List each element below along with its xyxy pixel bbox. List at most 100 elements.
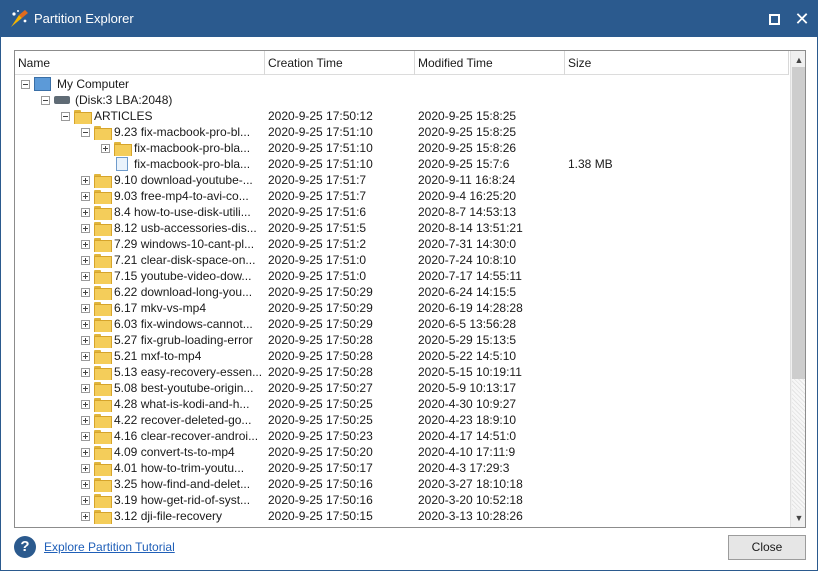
help-icon[interactable]: ?	[14, 536, 36, 558]
scroll-thumb[interactable]	[792, 67, 805, 379]
expand-plus-icon[interactable]	[81, 303, 90, 313]
expand-plus-icon[interactable]	[81, 367, 90, 377]
row-name-cell[interactable]: 4.01 how-to-trim-youtu...	[81, 460, 262, 476]
row-name-cell[interactable]: 4.22 recover-deleted-go...	[81, 412, 262, 428]
row-name-cell[interactable]: 7.29 windows-10-cant-pl...	[81, 236, 262, 252]
tree-row[interactable]: 5.21 mxf-to-mp4 2020-9-25 17:50:28 2020-5-…	[15, 348, 789, 364]
tree-row[interactable]: 4.22 recover-deleted-go... 2020-9-25 17:5…	[15, 412, 789, 428]
row-name-cell[interactable]: 5.21 mxf-to-mp4	[81, 348, 262, 364]
row-name-cell[interactable]: 3.19 how-get-rid-of-syst...	[81, 492, 262, 508]
row-creation-cell: 2020-9-25 17:50:27	[268, 381, 373, 395]
tree-row[interactable]: ARTICLES 2020-9-25 17:50:12 2020-9-25 15:8…	[15, 108, 789, 124]
vertical-scrollbar[interactable]: ▲ ▼	[790, 51, 805, 527]
tree-row[interactable]: 6.17 mkv-vs-mp4 2020-9-25 17:50:29 2020-6-…	[15, 300, 789, 316]
tree-row[interactable]: 4.09 convert-ts-to-mp4 2020-9-25 17:50:20…	[15, 444, 789, 460]
tree-row[interactable]: 5.13 easy-recovery-essen... 2020-9-25 17:…	[15, 364, 789, 380]
tree-row[interactable]: 7.21 clear-disk-space-on... 2020-9-25 17:…	[15, 252, 789, 268]
expand-plus-icon[interactable]	[81, 271, 90, 281]
maximize-icon[interactable]	[761, 7, 787, 31]
column-name-header[interactable]: Name	[15, 51, 265, 75]
column-size-header[interactable]: Size	[565, 51, 789, 75]
row-name-cell[interactable]: 9.10 download-youtube-...	[81, 172, 262, 188]
tree-row[interactable]: fix-macbook-pro-bla... 2020-9-25 17:51:10…	[15, 140, 789, 156]
row-name-cell[interactable]: 5.27 fix-grub-loading-error	[81, 332, 262, 348]
tree-row[interactable]: My Computer	[15, 76, 789, 92]
tree-row[interactable]: 6.03 fix-windows-cannot... 2020-9-25 17:5…	[15, 316, 789, 332]
row-name-cell[interactable]: 5.13 easy-recovery-essen...	[81, 364, 262, 380]
scroll-down-icon[interactable]: ▼	[791, 511, 805, 525]
expand-plus-icon[interactable]	[81, 207, 90, 217]
file-tree-view[interactable]: Name Creation Time Modified Time Size My…	[14, 50, 806, 528]
tree-row[interactable]: 3.25 how-find-and-delet... 2020-9-25 17:5…	[15, 476, 789, 492]
expand-plus-icon[interactable]	[101, 143, 110, 153]
row-name-cell[interactable]: 8.4 how-to-use-disk-utili...	[81, 204, 262, 220]
row-name-cell[interactable]: 4.09 convert-ts-to-mp4	[81, 444, 262, 460]
expand-plus-icon[interactable]	[81, 175, 90, 185]
tree-row[interactable]: 6.22 download-long-you... 2020-9-25 17:50…	[15, 284, 789, 300]
row-name-cell[interactable]: 4.16 clear-recover-androi...	[81, 428, 262, 444]
row-name-cell[interactable]: fix-macbook-pro-bla...	[101, 140, 262, 156]
row-name-cell[interactable]: 6.22 download-long-you...	[81, 284, 262, 300]
tree-row[interactable]: 4.16 clear-recover-androi... 2020-9-25 17…	[15, 428, 789, 444]
row-name-cell[interactable]: fix-macbook-pro-bla...	[101, 156, 262, 172]
expand-plus-icon[interactable]	[81, 287, 90, 297]
expand-plus-icon[interactable]	[81, 255, 90, 265]
collapse-minus-icon[interactable]	[41, 95, 50, 105]
collapse-minus-icon[interactable]	[61, 111, 70, 121]
tree-row[interactable]: 4.01 how-to-trim-youtu... 2020-9-25 17:50…	[15, 460, 789, 476]
expand-plus-icon[interactable]	[81, 399, 90, 409]
row-name-cell[interactable]: 3.12 dji-file-recovery	[81, 508, 262, 524]
expand-plus-icon[interactable]	[81, 415, 90, 425]
expand-plus-icon[interactable]	[81, 319, 90, 329]
row-name-cell[interactable]: 5.08 best-youtube-origin...	[81, 380, 262, 396]
row-name-cell[interactable]: 7.21 clear-disk-space-on...	[81, 252, 262, 268]
expand-plus-icon[interactable]	[81, 351, 90, 361]
tree-row[interactable]: 3.12 dji-file-recovery 2020-9-25 17:50:15…	[15, 508, 789, 524]
expand-plus-icon[interactable]	[81, 223, 90, 233]
row-name-cell[interactable]: My Computer	[21, 76, 262, 92]
tree-row[interactable]: (Disk:3 LBA:2048)	[15, 92, 789, 108]
tree-row[interactable]: 9.03 free-mp4-to-avi-co... 2020-9-25 17:5…	[15, 188, 789, 204]
expand-plus-icon[interactable]	[81, 495, 90, 505]
tree-row[interactable]: 4.28 what-is-kodi-and-h... 2020-9-25 17:5…	[15, 396, 789, 412]
tree-row[interactable]: 5.27 fix-grub-loading-error 2020-9-25 17:…	[15, 332, 789, 348]
row-name-cell[interactable]: 8.12 usb-accessories-dis...	[81, 220, 262, 236]
expand-plus-icon[interactable]	[81, 191, 90, 201]
collapse-minus-icon[interactable]	[21, 79, 30, 89]
column-modified-header[interactable]: Modified Time	[415, 51, 565, 75]
close-icon[interactable]: ✕	[789, 7, 815, 31]
expand-plus-icon[interactable]	[81, 431, 90, 441]
tree-row[interactable]: 7.29 windows-10-cant-pl... 2020-9-25 17:5…	[15, 236, 789, 252]
row-name-cell[interactable]: 6.17 mkv-vs-mp4	[81, 300, 262, 316]
row-name-cell[interactable]: 7.15 youtube-video-dow...	[81, 268, 262, 284]
expand-plus-icon[interactable]	[81, 239, 90, 249]
row-name-cell[interactable]: 4.28 what-is-kodi-and-h...	[81, 396, 262, 412]
row-name-cell[interactable]: 9.23 fix-macbook-pro-bl...	[81, 124, 262, 140]
tree-row[interactable]: 8.12 usb-accessories-dis... 2020-9-25 17:…	[15, 220, 789, 236]
row-name-cell[interactable]: 3.25 how-find-and-delet...	[81, 476, 262, 492]
tree-row[interactable]: 8.4 how-to-use-disk-utili... 2020-9-25 17…	[15, 204, 789, 220]
tree-row[interactable]: fix-macbook-pro-bla... 2020-9-25 17:51:10…	[15, 156, 789, 172]
row-name-cell[interactable]: 6.03 fix-windows-cannot...	[81, 316, 262, 332]
close-button[interactable]: Close	[728, 535, 806, 560]
expand-plus-icon[interactable]	[81, 335, 90, 345]
tree-row[interactable]: 7.15 youtube-video-dow... 2020-9-25 17:51…	[15, 268, 789, 284]
tree-row[interactable]: 9.23 fix-macbook-pro-bl... 2020-9-25 17:5…	[15, 124, 789, 140]
explore-tutorial-link[interactable]: Explore Partition Tutorial	[44, 540, 175, 554]
column-creation-header[interactable]: Creation Time	[265, 51, 415, 75]
row-name-cell[interactable]: (Disk:3 LBA:2048)	[41, 92, 262, 108]
row-name-cell[interactable]: ARTICLES	[61, 108, 262, 124]
expand-plus-icon[interactable]	[81, 383, 90, 393]
tree-row[interactable]: 3.19 how-get-rid-of-syst... 2020-9-25 17:…	[15, 492, 789, 508]
tree-row[interactable]: 5.08 best-youtube-origin... 2020-9-25 17:…	[15, 380, 789, 396]
expand-plus-icon[interactable]	[81, 447, 90, 457]
collapse-minus-icon[interactable]	[81, 127, 90, 137]
row-size-cell	[568, 476, 708, 492]
scroll-track[interactable]	[792, 379, 805, 509]
scroll-up-icon[interactable]: ▲	[791, 53, 805, 67]
expand-plus-icon[interactable]	[81, 479, 90, 489]
expand-plus-icon[interactable]	[81, 511, 90, 521]
row-name-cell[interactable]: 9.03 free-mp4-to-avi-co...	[81, 188, 262, 204]
expand-plus-icon[interactable]	[81, 463, 90, 473]
tree-row[interactable]: 9.10 download-youtube-... 2020-9-25 17:51…	[15, 172, 789, 188]
